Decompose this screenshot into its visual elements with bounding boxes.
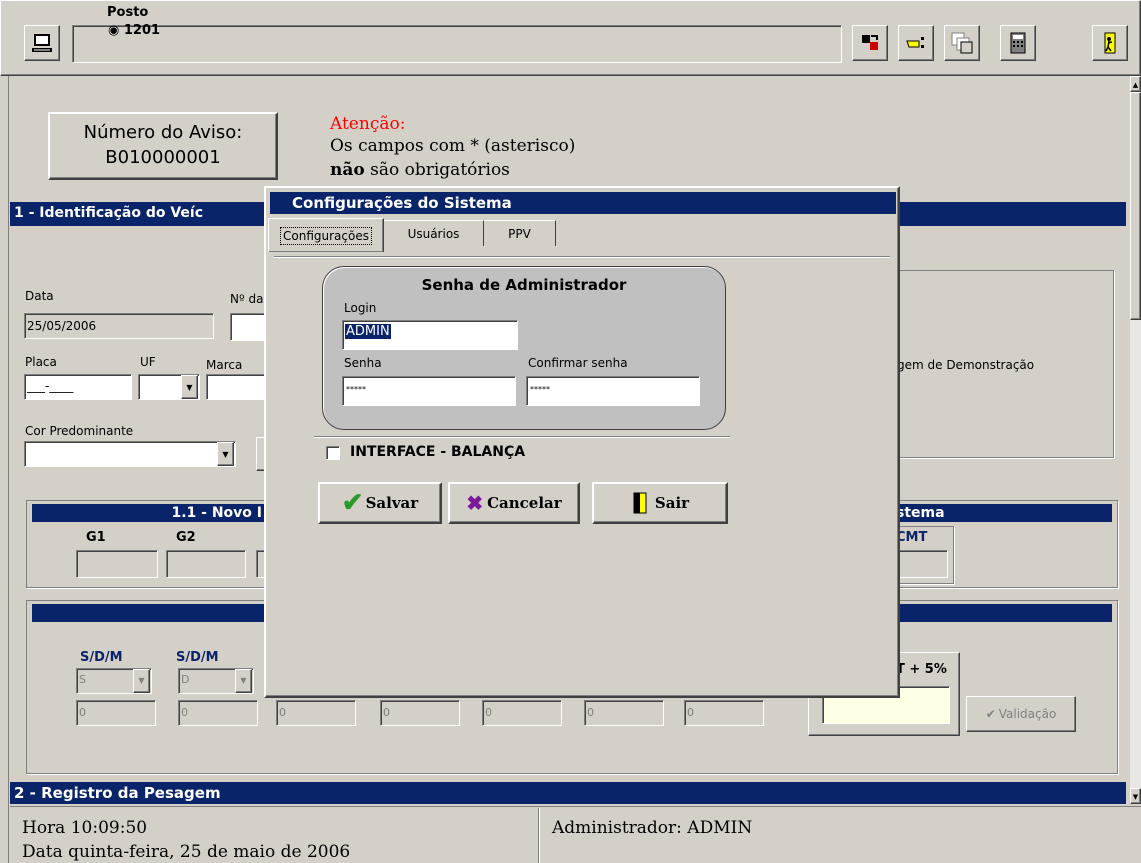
placa-label: Placa (25, 355, 57, 369)
weight-field-7: 0 (684, 700, 764, 726)
status-user: Administrador: ADMIN (552, 818, 753, 838)
divider (314, 436, 730, 438)
cmt-label: CMT (896, 530, 928, 545)
save-button[interactable]: ✔ Salvar (318, 482, 442, 524)
aviso-number: B010000001 (105, 147, 221, 168)
chevron-down-icon[interactable]: ▼ (217, 442, 234, 466)
confirm-input[interactable]: ***** (526, 376, 700, 406)
exit-button[interactable]: Sair (592, 482, 728, 524)
sdm2-label: S/D/M (176, 650, 219, 665)
calculator-icon (1010, 32, 1026, 54)
marca-label: Marca (206, 358, 243, 372)
tab-configuracoes[interactable]: Configurações (268, 218, 384, 252)
confirm-label: Confirmar senha (528, 356, 628, 370)
sync-icon (862, 35, 878, 50)
computer-icon (32, 34, 52, 52)
group-title: Senha de Administrador (421, 276, 627, 294)
senha-label: Senha (344, 356, 382, 370)
senha-input[interactable]: ***** (342, 376, 516, 406)
posto-radio[interactable]: ◉ 1201 (108, 23, 160, 38)
scroll-thumb[interactable] (1130, 92, 1141, 320)
scroll-down-arrow-icon[interactable]: ▼ (1130, 788, 1141, 804)
sdm1-select[interactable]: S ▼ (76, 668, 152, 694)
validacao-button[interactable]: ✔ Validação (966, 696, 1076, 732)
weight-field-5: 0 (482, 700, 562, 726)
sync-button[interactable] (852, 25, 888, 61)
aviso-box: Número do Aviso: B010000001 (48, 112, 278, 180)
interface-checkbox[interactable] (326, 446, 340, 460)
weight-field-4: 0 (380, 700, 460, 726)
tab-underline (274, 256, 890, 258)
login-input[interactable]: ADMIN (342, 320, 518, 350)
attention-title: Atenção: (330, 114, 406, 134)
status-data: Data quinta-feira, 25 de maio de 2006 (22, 842, 351, 862)
novo-header: 1.1 - Novo I (32, 504, 266, 522)
aviso-label: Número do Aviso: (83, 122, 243, 143)
data-field: 25/05/2006 (24, 313, 214, 339)
status-divider (538, 808, 540, 863)
weight-field-2: 0 (178, 700, 258, 726)
weight-field-1: 0 (76, 700, 156, 726)
pointing-hand-icon (906, 37, 924, 48)
scroll-up-arrow-icon[interactable]: ▲ (1130, 76, 1141, 92)
g2-field (166, 550, 246, 578)
computer-button[interactable] (24, 25, 60, 61)
windows-button[interactable] (944, 25, 980, 61)
dialog-titlebar: Configurações do Sistema (270, 192, 896, 214)
uf-label: UF (140, 355, 156, 369)
sistema-header: stema (896, 504, 1112, 522)
exit-door-icon (633, 492, 647, 514)
weight-field-3: 0 (276, 700, 356, 726)
nro-label: Nº da (230, 292, 264, 306)
section2-header: 2 - Registro da Pesagem (10, 782, 1126, 804)
cmt5-label: T + 5% (896, 662, 947, 677)
chevron-down-icon[interactable]: ▼ (133, 669, 150, 693)
checkmark-icon: ✔ (341, 488, 364, 518)
g2-label: G2 (176, 530, 196, 545)
weights-header (32, 604, 266, 622)
x-icon: ✖ (466, 491, 484, 515)
g1-field (76, 550, 158, 578)
posto-label: Posto (104, 5, 152, 20)
tab-usuarios[interactable]: Usuários (384, 220, 484, 246)
vertical-scrollbar[interactable]: ▲ ▼ (1130, 76, 1141, 804)
pointer-button[interactable] (898, 25, 934, 61)
marca-field[interactable] (206, 374, 270, 400)
weight-field-6: 0 (584, 700, 664, 726)
exit-door-icon (1104, 32, 1116, 54)
uf-select[interactable]: ▼ (138, 374, 200, 400)
login-label: Login (344, 301, 377, 315)
data-label: Data (25, 289, 54, 303)
demo-text: gem de Demonstração (897, 358, 1035, 372)
chevron-down-icon[interactable]: ▼ (181, 375, 198, 399)
config-dialog (264, 186, 900, 698)
chevron-down-icon[interactable]: ▼ (235, 669, 252, 693)
sdm1-label: S/D/M (80, 650, 123, 665)
placa-input[interactable]: ___-____ (24, 374, 132, 400)
calculator-button[interactable] (1000, 25, 1036, 61)
g1-label: G1 (86, 530, 106, 545)
exit-door-button[interactable] (1092, 25, 1128, 61)
cor-label: Cor Predominante (25, 424, 134, 438)
cancel-button[interactable]: ✖ Cancelar (448, 482, 580, 524)
sdm2-select[interactable]: D ▼ (178, 668, 254, 694)
attention-line1: Os campos com * (asterisco) (330, 136, 576, 156)
radio-selected-icon: ◉ (108, 23, 120, 38)
posto-group (72, 25, 842, 63)
check-icon: ✔ (985, 707, 996, 721)
cmt-field (896, 550, 948, 578)
status-hora: Hora 10:09:50 (22, 818, 148, 838)
tab-ppv[interactable]: PPV (484, 220, 556, 246)
weights-header-right (896, 604, 1112, 622)
attention-line2: não são obrigatórios (330, 160, 510, 180)
cor-select[interactable]: ▼ (24, 441, 236, 467)
windows-icon (951, 32, 973, 54)
interface-label: INTERFACE - BALANÇA (350, 444, 526, 460)
